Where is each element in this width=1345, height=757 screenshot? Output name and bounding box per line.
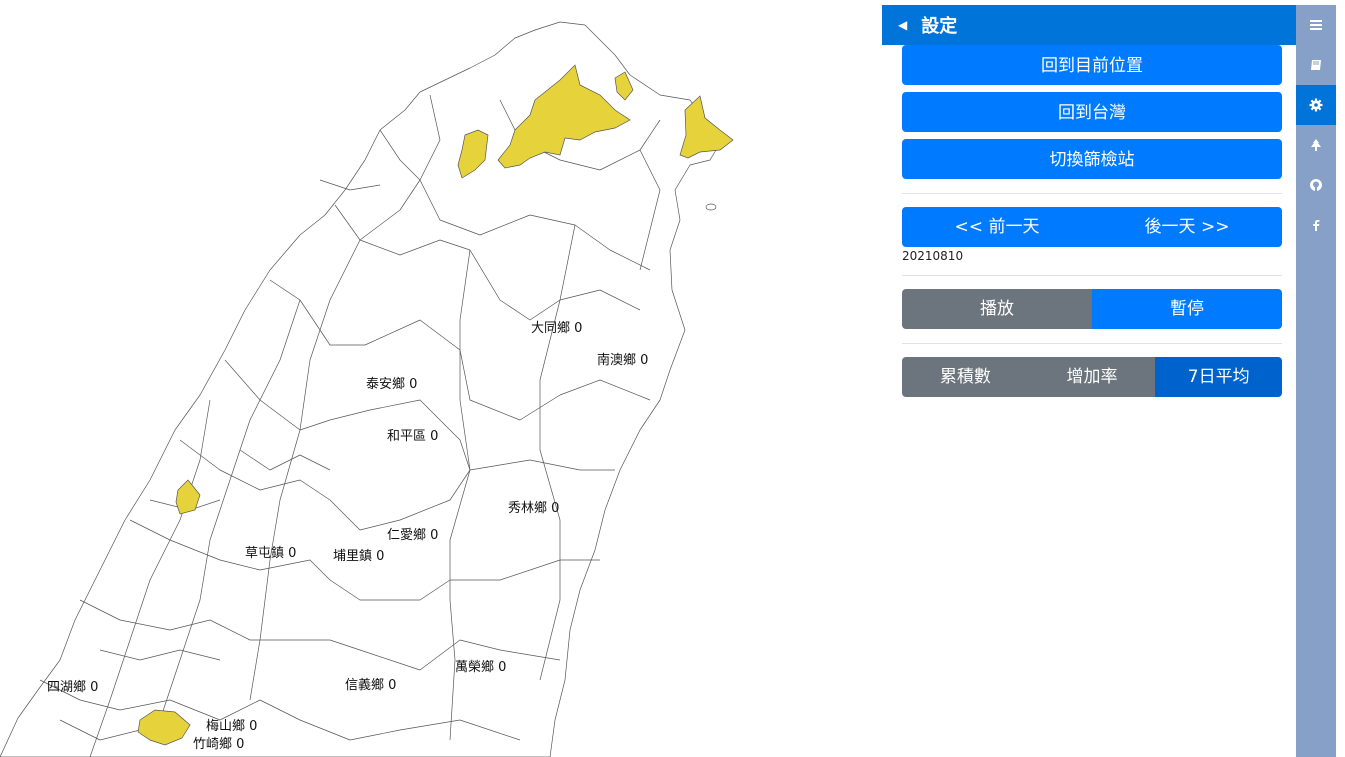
next-day-button[interactable]: 後一天 >> — [1092, 207, 1282, 247]
sidebar-tab-rail — [1296, 5, 1336, 757]
map-label-datong[interactable]: 大同鄉 0 — [531, 317, 582, 336]
settings-panel: ◀ 設定 回到目前位置 回到台灣 切換篩檢站 << 前一天 後一天 >> 202… — [882, 5, 1296, 757]
county-boundaries — [0, 21, 726, 757]
facebook-icon — [1313, 220, 1320, 231]
map-canvas[interactable] — [0, 0, 880, 757]
github-icon — [1310, 179, 1322, 191]
map-label-meishan[interactable]: 梅山鄉 0 — [206, 715, 257, 734]
tree-icon — [1311, 139, 1321, 151]
panel-body: 回到目前位置 回到台灣 切換篩檢站 << 前一天 後一天 >> 20210810… — [882, 45, 1296, 397]
prev-day-button[interactable]: << 前一天 — [902, 207, 1092, 247]
divider — [902, 275, 1282, 276]
panel-title: 設定 — [921, 16, 958, 37]
map-label-renai[interactable]: 仁愛鄉 0 — [387, 524, 438, 543]
play-button[interactable]: 播放 — [902, 289, 1092, 329]
tab-github[interactable] — [1296, 165, 1336, 205]
mode-growth-button[interactable]: 增加率 — [1028, 357, 1156, 397]
map-label-wanrong[interactable]: 萬榮鄉 0 — [455, 656, 506, 675]
map-label-zhuqi[interactable]: 竹崎鄉 0 — [193, 733, 244, 752]
mode-cumulative-button[interactable]: 累積數 — [902, 357, 1029, 397]
map-label-heping[interactable]: 和平區 0 — [387, 425, 438, 444]
mode-selector: 累積數 增加率 7日平均 — [902, 357, 1282, 397]
tab-book[interactable] — [1296, 45, 1336, 85]
playback-controls: 播放 暫停 — [902, 289, 1282, 329]
book-icon — [1311, 60, 1321, 70]
tab-menu[interactable] — [1296, 5, 1336, 45]
divider — [902, 193, 1282, 194]
island-outline — [0, 21, 726, 757]
menu-icon — [1310, 20, 1322, 30]
map-label-caotun[interactable]: 草屯鎮 0 — [245, 542, 296, 561]
islet — [705, 203, 717, 211]
map-label-xinyi[interactable]: 信義鄉 0 — [345, 674, 396, 693]
day-navigation: << 前一天 後一天 >> — [902, 207, 1282, 247]
mode-7day-average-button[interactable]: 7日平均 — [1155, 357, 1282, 397]
tab-tree[interactable] — [1296, 125, 1336, 165]
tab-settings[interactable] — [1296, 85, 1336, 125]
pause-button[interactable]: 暫停 — [1092, 289, 1282, 329]
locate-button[interactable]: 回到目前位置 — [902, 45, 1282, 85]
gear-icon — [1309, 98, 1323, 112]
map-label-puli[interactable]: 埔里鎮 0 — [333, 545, 384, 564]
map-label-xiulin[interactable]: 秀林鄉 0 — [508, 497, 559, 516]
divider — [902, 343, 1282, 344]
collapse-caret-icon[interactable]: ◀ — [898, 18, 907, 32]
switch-station-button[interactable]: 切換篩檢站 — [902, 139, 1282, 179]
current-date: 20210810 — [902, 249, 964, 263]
map-label-taian[interactable]: 泰安鄉 0 — [366, 373, 417, 392]
tab-facebook[interactable] — [1296, 205, 1336, 245]
panel-header[interactable]: ◀ 設定 — [882, 5, 1296, 45]
map-label-sihu[interactable]: 四湖鄉 0 — [47, 676, 98, 695]
back-to-taiwan-button[interactable]: 回到台灣 — [902, 92, 1282, 132]
map-label-nanao[interactable]: 南澳鄉 0 — [597, 349, 648, 368]
